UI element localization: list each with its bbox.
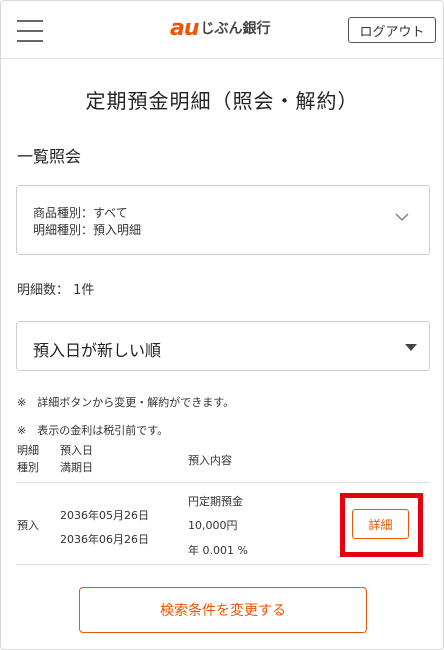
app-frame: au じぶん銀行 ログアウト 定期預金明細（照会・解約） 一覧照会 商品種別：す… — [0, 0, 444, 650]
hamburger-menu-icon[interactable] — [17, 18, 43, 44]
logout-button[interactable]: ログアウト — [348, 17, 436, 43]
sort-selected-value: 預入日が新しい順 — [33, 341, 162, 360]
logo-text: じぶん銀行 — [200, 21, 271, 37]
change-search-conditions-button[interactable]: 検索条件を変更する — [79, 587, 367, 633]
sort-order-select[interactable]: 預入日が新しい順 — [16, 321, 430, 371]
row-deposit-date: 2036年05月26日 — [60, 509, 149, 522]
row-rate: 年 0.001 % — [188, 544, 248, 557]
detail-button[interactable]: 詳細 — [352, 509, 409, 539]
column-header-content: 預入内容 — [188, 454, 232, 467]
column-header-type: 明細 種別 — [17, 444, 39, 474]
header: au じぶん銀行 ログアウト — [1, 1, 443, 59]
column-header-dates: 預入日 満期日 — [60, 444, 93, 474]
note-interest-rate: ※ 表示の金利は税引前です。 — [17, 424, 169, 437]
row-amount: 10,000円 — [188, 519, 238, 532]
row-type: 預入 — [17, 519, 39, 532]
row-product: 円定期預金 — [188, 495, 243, 508]
caret-down-icon — [405, 344, 417, 351]
bank-logo: au じぶん銀行 — [170, 15, 271, 41]
row-maturity-date: 2036年06月26日 — [60, 533, 149, 546]
page-title: 定期預金明細（照会・解約） — [85, 89, 359, 113]
filter-detail-type: 明細種別：預入明細 — [33, 223, 142, 237]
chevron-down-icon — [395, 213, 409, 221]
section-title: 一覧照会 — [17, 147, 82, 166]
logo-mark: au — [170, 15, 199, 41]
record-count: 明細数： 1件 — [17, 283, 95, 298]
filter-accordion[interactable]: 商品種別：すべて 明細種別：預入明細 — [16, 185, 430, 255]
divider — [16, 564, 430, 565]
note-detail-button: ※ 詳細ボタンから変更・解約ができます。 — [17, 396, 235, 409]
filter-product-type: 商品種別：すべて — [33, 206, 128, 220]
divider — [16, 482, 430, 483]
